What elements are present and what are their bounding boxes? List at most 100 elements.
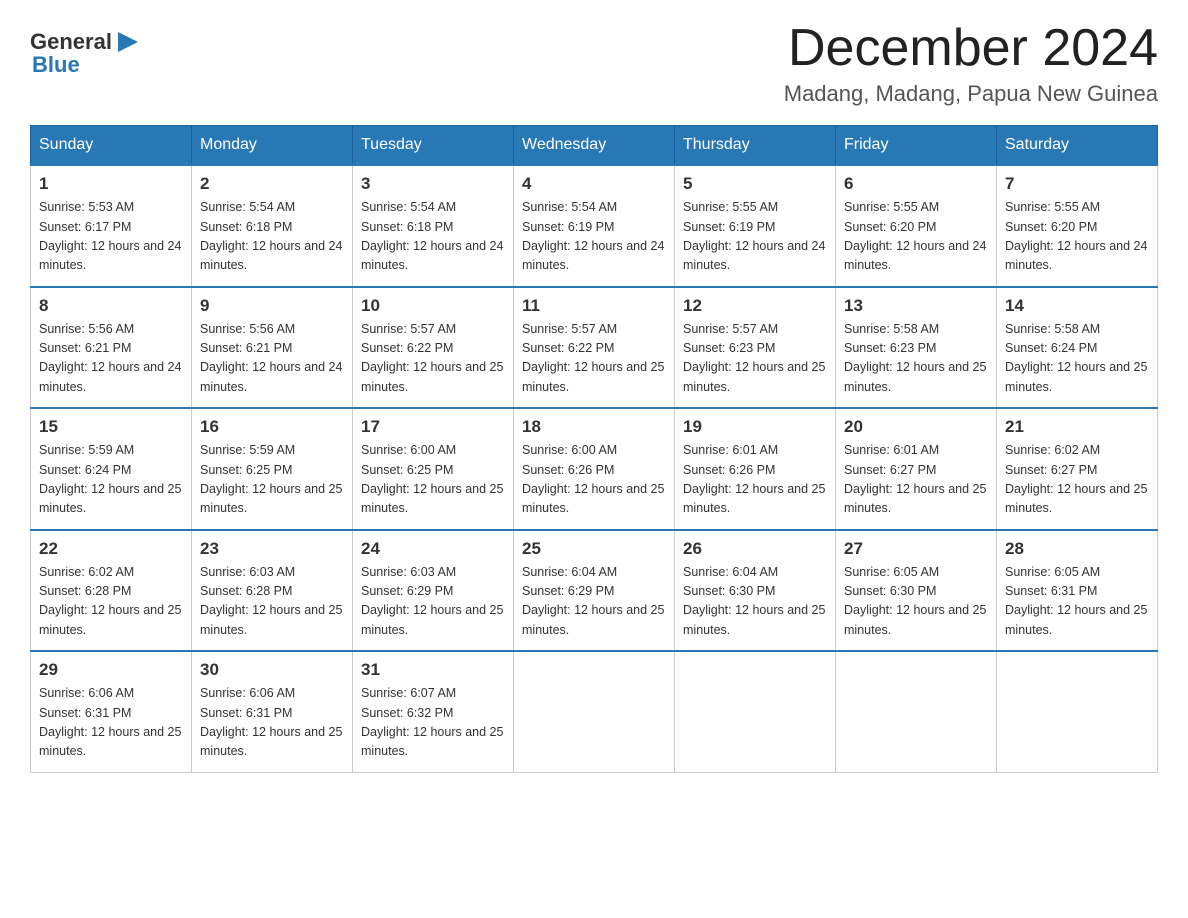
column-header-tuesday: Tuesday xyxy=(353,126,514,166)
calendar-cell: 18 Sunrise: 6:00 AMSunset: 6:26 PMDaylig… xyxy=(514,408,675,530)
calendar-cell: 24 Sunrise: 6:03 AMSunset: 6:29 PMDaylig… xyxy=(353,530,514,652)
day-info: Sunrise: 5:54 AMSunset: 6:18 PMDaylight:… xyxy=(200,198,344,276)
logo: General Blue xyxy=(30,20,142,78)
calendar-week-row: 29 Sunrise: 6:06 AMSunset: 6:31 PMDaylig… xyxy=(31,651,1158,772)
calendar-cell: 8 Sunrise: 5:56 AMSunset: 6:21 PMDayligh… xyxy=(31,287,192,409)
calendar-cell: 10 Sunrise: 5:57 AMSunset: 6:22 PMDaylig… xyxy=(353,287,514,409)
calendar-cell: 21 Sunrise: 6:02 AMSunset: 6:27 PMDaylig… xyxy=(997,408,1158,530)
logo-general-text: General xyxy=(30,30,112,54)
day-info: Sunrise: 6:06 AMSunset: 6:31 PMDaylight:… xyxy=(200,684,344,762)
calendar-title: December 2024 xyxy=(784,20,1158,77)
calendar-cell: 14 Sunrise: 5:58 AMSunset: 6:24 PMDaylig… xyxy=(997,287,1158,409)
day-number: 4 xyxy=(522,174,666,194)
calendar-header-row: SundayMondayTuesdayWednesdayThursdayFrid… xyxy=(31,126,1158,166)
calendar-cell: 31 Sunrise: 6:07 AMSunset: 6:32 PMDaylig… xyxy=(353,651,514,772)
calendar-cell: 16 Sunrise: 5:59 AMSunset: 6:25 PMDaylig… xyxy=(192,408,353,530)
calendar-cell: 29 Sunrise: 6:06 AMSunset: 6:31 PMDaylig… xyxy=(31,651,192,772)
column-header-thursday: Thursday xyxy=(675,126,836,166)
day-number: 14 xyxy=(1005,296,1149,316)
day-number: 6 xyxy=(844,174,988,194)
day-info: Sunrise: 5:57 AMSunset: 6:23 PMDaylight:… xyxy=(683,320,827,398)
calendar-cell: 20 Sunrise: 6:01 AMSunset: 6:27 PMDaylig… xyxy=(836,408,997,530)
logo-flag-icon xyxy=(114,28,142,56)
calendar-cell: 13 Sunrise: 5:58 AMSunset: 6:23 PMDaylig… xyxy=(836,287,997,409)
calendar-table: SundayMondayTuesdayWednesdayThursdayFrid… xyxy=(30,125,1158,773)
day-number: 9 xyxy=(200,296,344,316)
day-number: 20 xyxy=(844,417,988,437)
calendar-cell: 12 Sunrise: 5:57 AMSunset: 6:23 PMDaylig… xyxy=(675,287,836,409)
calendar-week-row: 15 Sunrise: 5:59 AMSunset: 6:24 PMDaylig… xyxy=(31,408,1158,530)
day-info: Sunrise: 6:06 AMSunset: 6:31 PMDaylight:… xyxy=(39,684,183,762)
calendar-cell xyxy=(675,651,836,772)
calendar-cell: 3 Sunrise: 5:54 AMSunset: 6:18 PMDayligh… xyxy=(353,165,514,287)
day-number: 21 xyxy=(1005,417,1149,437)
calendar-week-row: 1 Sunrise: 5:53 AMSunset: 6:17 PMDayligh… xyxy=(31,165,1158,287)
calendar-cell xyxy=(514,651,675,772)
day-number: 2 xyxy=(200,174,344,194)
day-number: 23 xyxy=(200,539,344,559)
calendar-cell: 26 Sunrise: 6:04 AMSunset: 6:30 PMDaylig… xyxy=(675,530,836,652)
day-info: Sunrise: 5:56 AMSunset: 6:21 PMDaylight:… xyxy=(200,320,344,398)
day-info: Sunrise: 6:05 AMSunset: 6:30 PMDaylight:… xyxy=(844,563,988,641)
day-number: 26 xyxy=(683,539,827,559)
day-number: 25 xyxy=(522,539,666,559)
day-info: Sunrise: 5:57 AMSunset: 6:22 PMDaylight:… xyxy=(522,320,666,398)
day-number: 17 xyxy=(361,417,505,437)
day-number: 16 xyxy=(200,417,344,437)
calendar-cell: 11 Sunrise: 5:57 AMSunset: 6:22 PMDaylig… xyxy=(514,287,675,409)
day-number: 7 xyxy=(1005,174,1149,194)
day-info: Sunrise: 6:04 AMSunset: 6:29 PMDaylight:… xyxy=(522,563,666,641)
column-header-sunday: Sunday xyxy=(31,126,192,166)
calendar-cell: 9 Sunrise: 5:56 AMSunset: 6:21 PMDayligh… xyxy=(192,287,353,409)
day-number: 11 xyxy=(522,296,666,316)
calendar-cell: 22 Sunrise: 6:02 AMSunset: 6:28 PMDaylig… xyxy=(31,530,192,652)
day-number: 22 xyxy=(39,539,183,559)
day-info: Sunrise: 5:57 AMSunset: 6:22 PMDaylight:… xyxy=(361,320,505,398)
calendar-cell: 17 Sunrise: 6:00 AMSunset: 6:25 PMDaylig… xyxy=(353,408,514,530)
day-info: Sunrise: 5:59 AMSunset: 6:25 PMDaylight:… xyxy=(200,441,344,519)
day-info: Sunrise: 5:54 AMSunset: 6:18 PMDaylight:… xyxy=(361,198,505,276)
day-info: Sunrise: 6:04 AMSunset: 6:30 PMDaylight:… xyxy=(683,563,827,641)
day-number: 3 xyxy=(361,174,505,194)
day-info: Sunrise: 5:58 AMSunset: 6:23 PMDaylight:… xyxy=(844,320,988,398)
calendar-week-row: 8 Sunrise: 5:56 AMSunset: 6:21 PMDayligh… xyxy=(31,287,1158,409)
day-info: Sunrise: 5:55 AMSunset: 6:20 PMDaylight:… xyxy=(844,198,988,276)
calendar-cell: 25 Sunrise: 6:04 AMSunset: 6:29 PMDaylig… xyxy=(514,530,675,652)
day-info: Sunrise: 5:59 AMSunset: 6:24 PMDaylight:… xyxy=(39,441,183,519)
day-number: 30 xyxy=(200,660,344,680)
calendar-subtitle: Madang, Madang, Papua New Guinea xyxy=(784,81,1158,107)
calendar-cell: 19 Sunrise: 6:01 AMSunset: 6:26 PMDaylig… xyxy=(675,408,836,530)
calendar-cell: 1 Sunrise: 5:53 AMSunset: 6:17 PMDayligh… xyxy=(31,165,192,287)
calendar-cell: 2 Sunrise: 5:54 AMSunset: 6:18 PMDayligh… xyxy=(192,165,353,287)
day-number: 5 xyxy=(683,174,827,194)
day-info: Sunrise: 6:05 AMSunset: 6:31 PMDaylight:… xyxy=(1005,563,1149,641)
day-info: Sunrise: 6:00 AMSunset: 6:25 PMDaylight:… xyxy=(361,441,505,519)
day-info: Sunrise: 6:01 AMSunset: 6:27 PMDaylight:… xyxy=(844,441,988,519)
day-number: 12 xyxy=(683,296,827,316)
calendar-cell: 15 Sunrise: 5:59 AMSunset: 6:24 PMDaylig… xyxy=(31,408,192,530)
calendar-cell: 28 Sunrise: 6:05 AMSunset: 6:31 PMDaylig… xyxy=(997,530,1158,652)
calendar-cell: 27 Sunrise: 6:05 AMSunset: 6:30 PMDaylig… xyxy=(836,530,997,652)
day-number: 15 xyxy=(39,417,183,437)
day-info: Sunrise: 6:01 AMSunset: 6:26 PMDaylight:… xyxy=(683,441,827,519)
day-number: 27 xyxy=(844,539,988,559)
day-info: Sunrise: 6:03 AMSunset: 6:29 PMDaylight:… xyxy=(361,563,505,641)
day-info: Sunrise: 5:55 AMSunset: 6:20 PMDaylight:… xyxy=(1005,198,1149,276)
column-header-monday: Monday xyxy=(192,126,353,166)
calendar-cell: 30 Sunrise: 6:06 AMSunset: 6:31 PMDaylig… xyxy=(192,651,353,772)
page-header: General Blue December 2024 Madang, Madan… xyxy=(30,20,1158,107)
day-info: Sunrise: 5:56 AMSunset: 6:21 PMDaylight:… xyxy=(39,320,183,398)
day-number: 31 xyxy=(361,660,505,680)
day-info: Sunrise: 6:07 AMSunset: 6:32 PMDaylight:… xyxy=(361,684,505,762)
day-info: Sunrise: 5:53 AMSunset: 6:17 PMDaylight:… xyxy=(39,198,183,276)
day-info: Sunrise: 6:00 AMSunset: 6:26 PMDaylight:… xyxy=(522,441,666,519)
column-header-wednesday: Wednesday xyxy=(514,126,675,166)
day-number: 24 xyxy=(361,539,505,559)
calendar-cell xyxy=(836,651,997,772)
day-number: 29 xyxy=(39,660,183,680)
day-info: Sunrise: 6:03 AMSunset: 6:28 PMDaylight:… xyxy=(200,563,344,641)
calendar-cell: 23 Sunrise: 6:03 AMSunset: 6:28 PMDaylig… xyxy=(192,530,353,652)
day-number: 8 xyxy=(39,296,183,316)
column-header-friday: Friday xyxy=(836,126,997,166)
day-number: 1 xyxy=(39,174,183,194)
